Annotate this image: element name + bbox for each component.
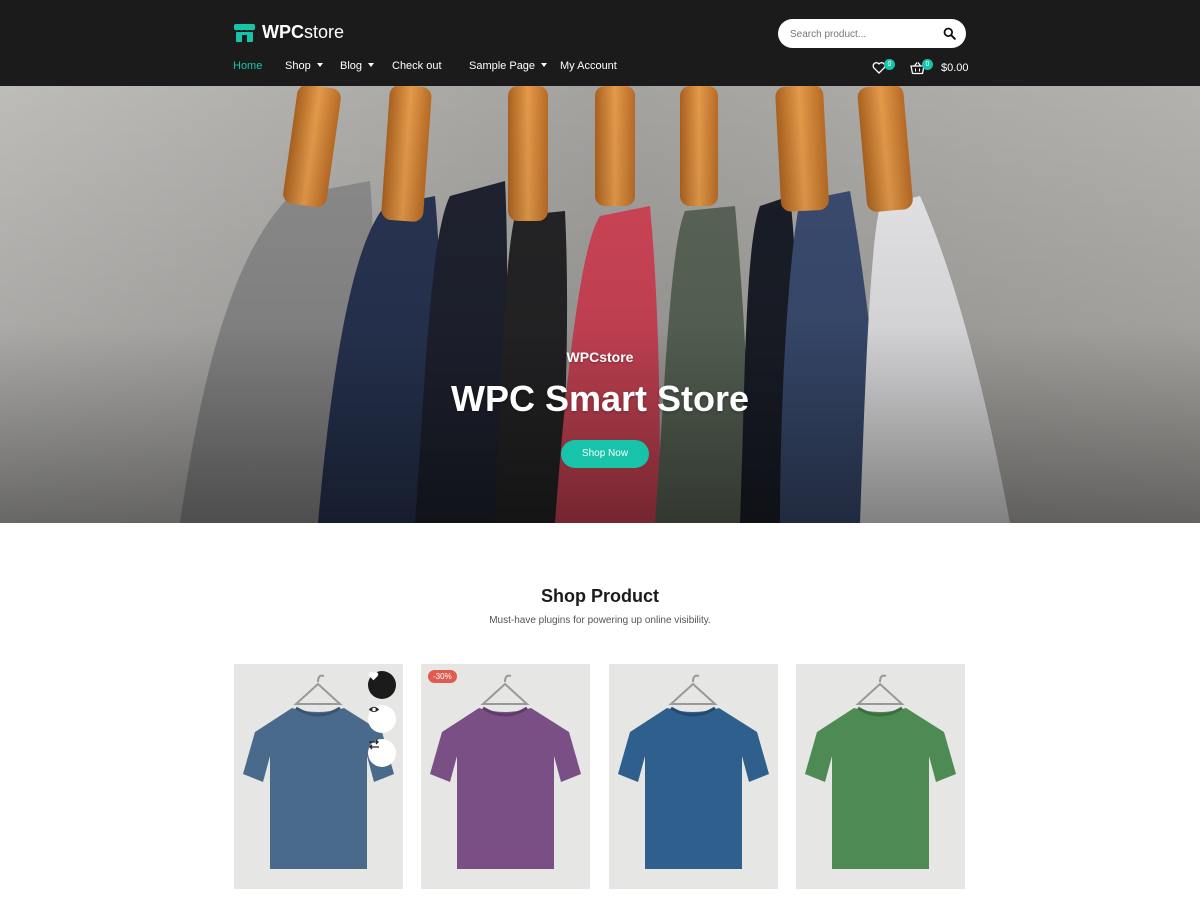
site-header: WPCstore Home Shop Blog Check out Sample…: [0, 0, 1200, 86]
cart-count-badge: 0: [922, 59, 933, 70]
search-input[interactable]: [790, 26, 940, 42]
section-title: Shop Product: [541, 586, 659, 606]
nav-item-my-account[interactable]: My Account: [560, 60, 617, 72]
tshirt-image: [796, 664, 965, 889]
wishlist-count-badge: 0: [884, 59, 895, 70]
product-card[interactable]: [796, 664, 965, 889]
hero-title: WPC Smart Store: [450, 378, 750, 419]
hero-subtitle: WPCstore: [566, 349, 634, 365]
nav-item-sample-page[interactable]: Sample Page: [469, 60, 548, 72]
search-icon[interactable]: [943, 27, 956, 40]
compare-button[interactable]: [368, 739, 396, 767]
caret-down-icon: [541, 63, 548, 67]
logo-text: WPCstore: [262, 22, 345, 42]
caret-down-icon: [316, 63, 323, 67]
eye-icon: [368, 706, 380, 713]
quick-view-button[interactable]: [368, 705, 396, 733]
shop-now-button[interactable]: Shop Now: [561, 440, 649, 468]
nav-item-check-out[interactable]: Check out: [392, 60, 442, 72]
store-icon: [234, 23, 255, 42]
tshirt-image: [609, 664, 778, 889]
add-to-wishlist-button[interactable]: [368, 671, 396, 699]
search-box: [778, 19, 966, 48]
section-subtitle: Must-have plugins for powering up online…: [489, 615, 711, 626]
heart-icon: [368, 671, 379, 681]
tshirt-image: [421, 664, 590, 889]
product-card[interactable]: -30%: [421, 664, 590, 889]
compare-icon: [369, 739, 379, 750]
nav-item-home[interactable]: Home: [233, 60, 262, 72]
nav-item-blog[interactable]: Blog: [340, 60, 375, 72]
caret-down-icon: [368, 63, 375, 67]
nav-item-shop[interactable]: Shop: [285, 60, 323, 72]
product-card[interactable]: [609, 664, 778, 889]
sale-badge: -30%: [428, 670, 457, 683]
cart-total: $0.00: [941, 62, 969, 74]
product-card[interactable]: [234, 664, 403, 889]
site-logo[interactable]: WPCstore: [233, 22, 344, 43]
